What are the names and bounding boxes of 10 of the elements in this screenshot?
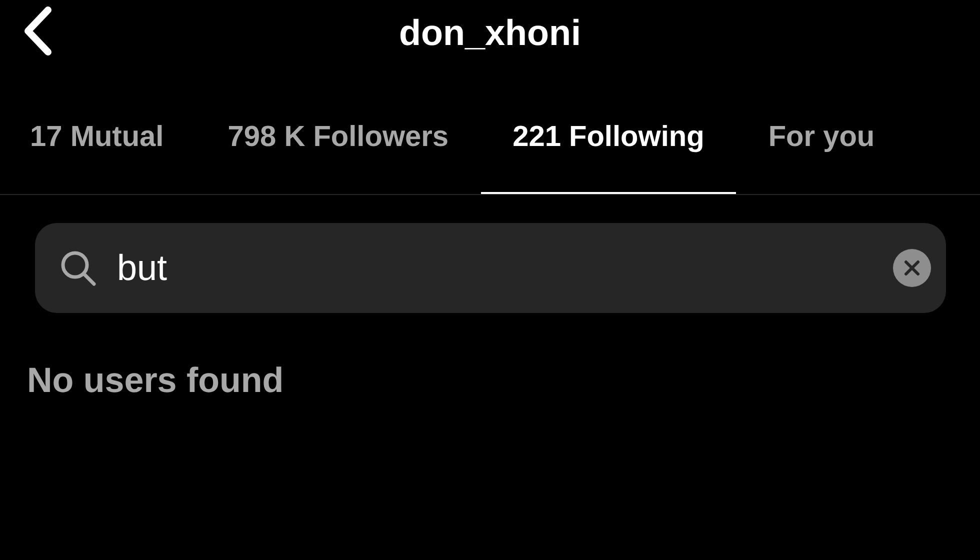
- tab[interactable]: 798 K Followers: [196, 66, 481, 194]
- tab[interactable]: For you: [736, 66, 907, 194]
- empty-message: No users found: [27, 361, 284, 401]
- tab[interactable]: 221 Following: [480, 66, 736, 194]
- tab[interactable]: 17 Mutual: [0, 66, 196, 194]
- search-field[interactable]: but: [35, 223, 946, 313]
- close-icon: [904, 260, 920, 276]
- back-icon[interactable]: [22, 6, 54, 56]
- profile-username: don_xhoni: [399, 12, 581, 54]
- search-icon: [59, 249, 97, 287]
